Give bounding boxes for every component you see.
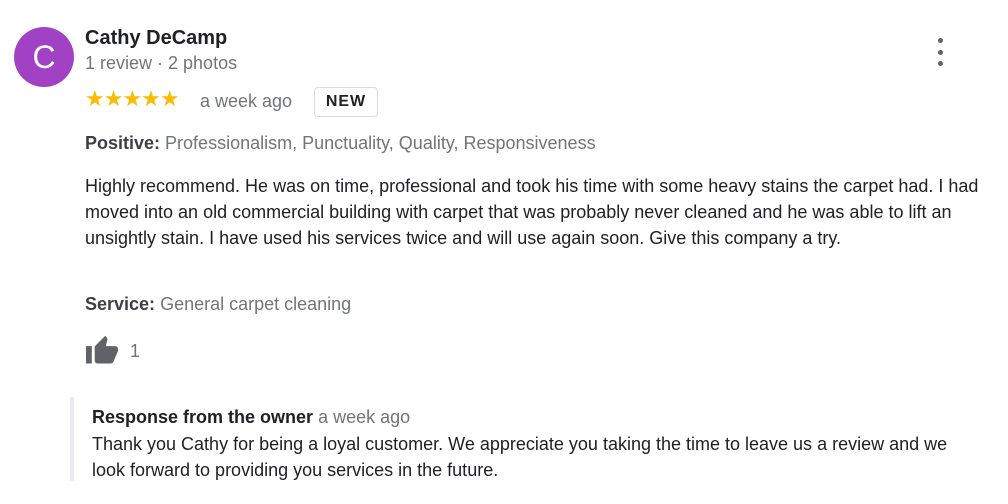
star-rating: ★★★★★ [85,86,180,111]
like-button[interactable]: 1 [84,333,140,370]
response-title: Response from the owner [92,407,314,427]
review-time: a week ago [200,91,293,111]
reviewer-name[interactable]: Cathy DeCamp [85,27,227,50]
response-header: Response from the owner a week ago [92,407,410,428]
positive-attributes: Positive: Professionalism, Punctuality, … [85,133,596,154]
like-count: 1 [130,341,141,361]
response-time: a week ago [318,407,411,427]
more-options-button[interactable] [928,38,952,66]
service-value: General carpet cleaning [160,294,352,314]
owner-response: Response from the owner a week ago Thank… [70,397,994,481]
service-info: Service: General carpet cleaning [85,294,351,315]
new-badge: NEW [314,87,378,117]
service-label: Service: [85,294,156,314]
response-text: Thank you Cathy for being a loyal custom… [92,434,948,480]
review-text: Highly recommend. He was on time, profes… [85,176,979,248]
thumbs-up-icon [84,333,120,370]
positive-label: Positive: [85,133,161,153]
more-vert-icon [937,38,943,43]
positive-values: Professionalism, Punctuality, Quality, R… [165,133,596,153]
reviewer-meta: 1 review · 2 photos [85,53,238,73]
avatar[interactable]: C [14,27,74,87]
